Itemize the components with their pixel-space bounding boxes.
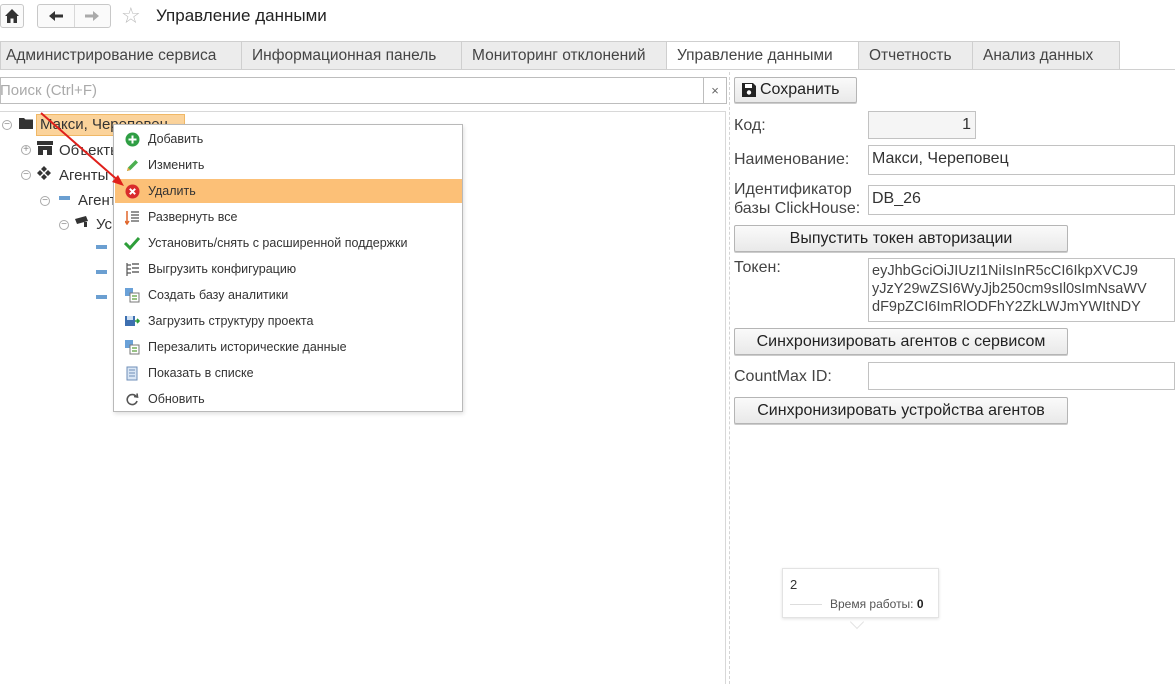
code-field[interactable]: 1 [868,111,976,139]
sync-devices-button[interactable]: Синхронизировать устройства агентов [734,397,1068,424]
countmax-field[interactable] [868,362,1175,390]
name-label: Наименование: [734,151,850,168]
countmax-label: CountMax ID: [734,368,832,385]
token-line: eyJhbGciOiJIUzI1NiIsInR5cCI6IkpXVCJ9 [872,263,1138,279]
clickhouse-id-field[interactable]: DB_26 [868,185,1175,215]
save-icon [742,83,756,97]
clickhouse-id-label-line1: Идентификатор [734,181,852,198]
issue-token-button[interactable]: Выпустить токен авторизации [734,225,1068,252]
token-field[interactable]: eyJhbGciOiJIUzI1NiIsInR5cCI6IkpXVCJ9 yJz… [868,258,1175,322]
tooltip-value: 2 [790,577,798,592]
token-line: yJzY29wZSI6WyJjb250cm9sIl0sImNsaWV [872,281,1147,297]
series-marker [790,604,822,605]
chart-tooltip: 2 Время работы: 0 [782,568,939,618]
code-label: Код: [734,117,766,134]
name-field[interactable]: Макси, Череповец [868,145,1175,175]
sync-agents-button[interactable]: Синхронизировать агентов с сервисом [734,328,1068,355]
save-button[interactable]: Сохранить [734,77,857,103]
tooltip-series: Время работы: 0 [830,597,924,611]
clickhouse-id-label-line2: базы ClickHouse: [734,200,861,217]
token-label: Токен: [734,259,781,276]
token-line: dF9pZCI6ImRlODFhY2ZkLWJmYWItNDY [872,299,1141,315]
